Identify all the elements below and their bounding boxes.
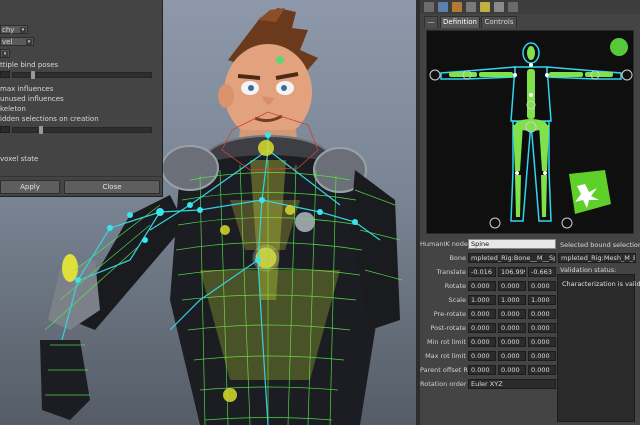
logo-icon — [569, 170, 611, 214]
level-select[interactable]: vel ▾ — [0, 37, 34, 46]
post-rotate-label: Post-rotate — [430, 324, 466, 332]
validation-status-label: Validation status: — [560, 266, 617, 274]
parent-offset-x-field[interactable]: 0.000 — [468, 365, 496, 375]
tool-icon[interactable] — [466, 2, 476, 12]
level-select-value: vel — [2, 38, 13, 46]
lock-icon[interactable] — [494, 2, 504, 12]
status-indicator-icon — [610, 38, 628, 56]
parent-offset-y-field[interactable]: 0.000 — [498, 365, 526, 375]
hidden-selections-label: idden selections on creation — [0, 115, 99, 123]
dropoff-slider[interactable] — [12, 126, 152, 134]
unused-influences-label: unused influences — [0, 95, 64, 103]
humanik-node-label: HumanIK node — [420, 240, 468, 248]
bone-field[interactable]: mpleted_Rig:Bone__M__Spine_01 — [468, 253, 556, 263]
humanik-node-field[interactable]: Spine — [468, 239, 556, 249]
snap-icon[interactable] — [480, 2, 490, 12]
validation-message-box: Characterization is valid. — [557, 274, 640, 422]
translate-z-field[interactable]: -0.663 — [528, 267, 556, 277]
slider-thumb[interactable] — [39, 126, 43, 134]
pre-rotate-x-field[interactable]: 0.000 — [468, 309, 496, 319]
scale-x-field[interactable]: 1.000 — [468, 295, 496, 305]
tab-controls[interactable]: Controls — [481, 16, 517, 28]
translate-x-field[interactable]: -0.016 — [468, 267, 496, 277]
hierarchy-select-value: chy — [2, 26, 15, 34]
min-rot-y-field[interactable]: 0.000 — [498, 337, 526, 347]
translate-label: Translate — [436, 268, 466, 276]
rotation-order-select[interactable]: Euler XYZ — [468, 379, 556, 389]
pre-rotate-label: Pre-rotate — [433, 310, 466, 318]
skeleton-label: keleton — [0, 105, 26, 113]
parent-offset-label: Parent offset R — [420, 366, 468, 374]
attribute-icon[interactable] — [452, 2, 462, 12]
selected-bound-field[interactable]: mpleted_Rig:Mesh_M_Body — [558, 253, 636, 263]
min-rot-x-field[interactable]: 0.000 — [468, 337, 496, 347]
site-logo — [555, 168, 613, 218]
panel-tabs: — Definition Controls — [420, 15, 640, 28]
tab-definition[interactable]: Definition — [440, 16, 480, 28]
post-rotate-x-field[interactable]: 0.000 — [468, 323, 496, 333]
pre-rotate-z-field[interactable]: 0.000 — [528, 309, 556, 319]
chevron-down-icon: ▾ — [20, 27, 26, 33]
scale-z-field[interactable]: 1.000 — [528, 295, 556, 305]
scale-y-field[interactable]: 1.000 — [498, 295, 526, 305]
validation-message: Characterization is valid. — [562, 280, 640, 288]
separator — [0, 176, 163, 177]
small-select[interactable]: ▾ — [0, 49, 10, 58]
parent-offset-z-field[interactable]: 0.000 — [528, 365, 556, 375]
chevron-down-icon: ▾ — [2, 51, 8, 57]
rotation-order-label: Rotation order — [420, 380, 467, 388]
max-rot-x-field[interactable]: 0.000 — [468, 351, 496, 361]
options-icon[interactable] — [424, 2, 434, 12]
hierarchy-select[interactable]: chy ▾ — [0, 25, 28, 34]
pre-rotate-y-field[interactable]: 0.000 — [498, 309, 526, 319]
dropoff-field[interactable] — [0, 126, 10, 133]
tab-menu[interactable]: — — [424, 16, 438, 28]
max-rot-z-field[interactable]: 0.000 — [528, 351, 556, 361]
voxel-state-label: voxel state — [0, 155, 39, 163]
min-rot-z-field[interactable]: 0.000 — [528, 337, 556, 347]
multiple-bind-poses-label: ttiple bind poses — [0, 61, 59, 69]
post-rotate-y-field[interactable]: 0.000 — [498, 323, 526, 333]
max-influences-label: max influences — [0, 85, 54, 93]
max-rot-y-field[interactable]: 0.000 — [498, 351, 526, 361]
channel-box-icon[interactable] — [438, 2, 448, 12]
translate-y-field[interactable]: 106.999 — [498, 267, 526, 277]
max-rot-limit-label: Max rot limit — [425, 352, 466, 360]
bind-poses-field[interactable] — [0, 71, 10, 78]
panel-toolbar — [420, 0, 640, 14]
slider-thumb[interactable] — [31, 71, 35, 79]
selected-bound-label: Selected bound selection — [560, 241, 640, 249]
apply-button[interactable]: Apply — [0, 180, 60, 194]
chevron-down-icon: ▾ — [26, 39, 32, 45]
3d-viewport[interactable]: chy ▾ vel ▾ ▾ ttiple bind poses max infl… — [0, 0, 416, 425]
scale-label: Scale — [448, 296, 467, 304]
bind-skin-options-window: chy ▾ vel ▾ ▾ ttiple bind poses max infl… — [0, 0, 163, 197]
close-icon[interactable] — [508, 2, 518, 12]
rotate-y-field[interactable]: 0.000 — [498, 281, 526, 291]
bind-poses-slider[interactable] — [12, 71, 152, 79]
rotate-label: Rotate — [444, 282, 466, 290]
bone-label: Bone — [449, 254, 466, 262]
rotate-x-field[interactable]: 0.000 — [468, 281, 496, 291]
close-button[interactable]: Close — [64, 180, 160, 194]
min-rot-limit-label: Min rot limit — [426, 338, 466, 346]
rotate-z-field[interactable]: 0.000 — [528, 281, 556, 291]
post-rotate-z-field[interactable]: 0.000 — [528, 323, 556, 333]
